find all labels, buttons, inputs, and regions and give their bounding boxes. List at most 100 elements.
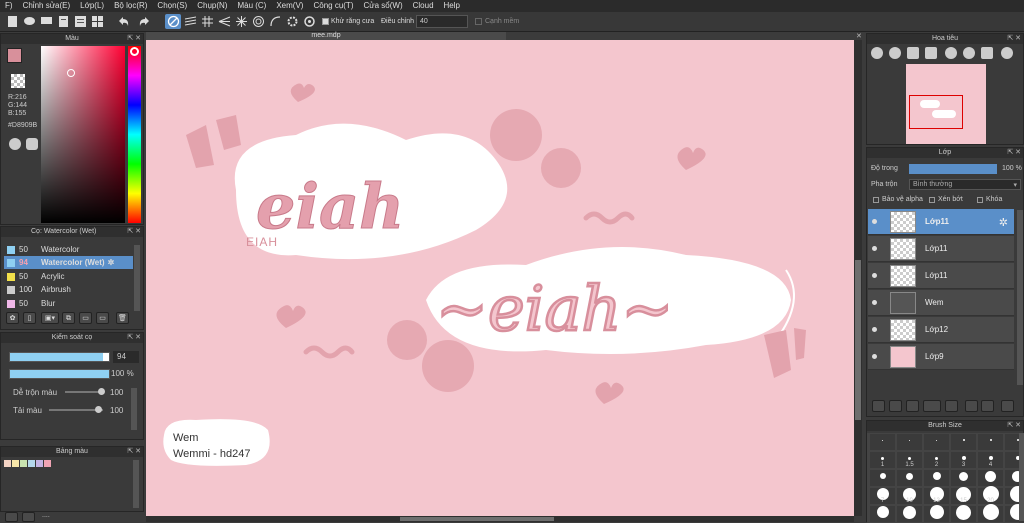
hue-slider-handle[interactable] <box>130 47 139 56</box>
menu-item-select[interactable]: Chọn(S) <box>152 0 192 12</box>
palette-swatch[interactable] <box>20 460 27 467</box>
new-canvas-icon[interactable] <box>4 14 20 29</box>
new-brush-icon[interactable]: ▯ <box>23 312 36 324</box>
palette-swatch[interactable] <box>28 460 35 467</box>
adjust-value-field[interactable]: 40 <box>416 15 468 28</box>
menu-item-tools[interactable]: Công cụ(T) <box>308 0 358 12</box>
amount-slider-handle[interactable] <box>95 406 102 413</box>
menu-item-capture[interactable]: Chụp(N) <box>192 0 232 12</box>
brush-size-cell[interactable] <box>897 506 922 522</box>
brush-size-cell[interactable]: 7 <box>870 488 895 504</box>
brush-size-slider[interactable] <box>9 352 110 362</box>
document-icon[interactable] <box>55 14 71 29</box>
brush-item[interactable]: 50Watercolor <box>4 243 133 256</box>
eye-icon[interactable] <box>872 273 877 278</box>
document-tab[interactable]: mee.mdp <box>146 32 506 40</box>
panel-close-icon[interactable]: ⇱ ✕ <box>127 447 141 457</box>
palette-swatch[interactable] <box>12 460 19 467</box>
brush-size-cell[interactable] <box>924 470 949 486</box>
brush-size-cell[interactable] <box>870 434 895 450</box>
layer-settings-gear-icon[interactable]: ✲ <box>999 216 1008 229</box>
redo-icon[interactable] <box>136 14 152 29</box>
eye-icon[interactable] <box>872 300 877 305</box>
layer-row[interactable]: Lớp11 <box>868 263 1014 289</box>
sv-picker-handle[interactable] <box>67 69 75 77</box>
brush-list-scrollbar[interactable] <box>134 245 140 311</box>
vertical-scroll-thumb[interactable] <box>855 260 861 420</box>
flip-horizontal-icon[interactable] <box>981 47 993 59</box>
brush-item-selected[interactable]: 94Watercolor (Wet)✲ <box>4 256 133 269</box>
brush-size-cell[interactable] <box>924 434 949 450</box>
zoom-out-icon[interactable] <box>889 47 901 59</box>
brush-size-cell[interactable] <box>897 470 922 486</box>
color-wheel-icon[interactable] <box>9 138 21 150</box>
brush-item[interactable]: 100Airbrush <box>4 283 133 296</box>
menu-item-edit[interactable]: Chỉnh sửa(E) <box>18 0 76 12</box>
brush-size-cell[interactable]: 20 <box>978 488 1003 504</box>
lock-checkbox[interactable] <box>977 197 983 203</box>
menu-item-help[interactable]: Help <box>439 0 465 12</box>
delete-layer-icon[interactable] <box>1001 400 1014 412</box>
layer-row[interactable]: Lớp11 <box>868 236 1014 262</box>
brush-size-cell[interactable] <box>978 434 1003 450</box>
new-palette-icon[interactable] <box>5 512 18 522</box>
menu-item-view[interactable]: Xem(V) <box>271 0 308 12</box>
actual-size-icon[interactable] <box>925 47 937 59</box>
eye-icon[interactable] <box>872 246 877 251</box>
soft-edge-checkbox[interactable] <box>475 18 482 25</box>
brush-size-cell[interactable]: 15 <box>951 488 976 504</box>
brush-size-cell[interactable] <box>978 506 1003 522</box>
no-snap-icon[interactable] <box>165 14 181 29</box>
canvas[interactable]: eiah EIAH ~eiah~ Wem Wemmi - hd247 <box>146 40 854 516</box>
layer-row-selected[interactable]: Lớp11✲ <box>868 209 1014 235</box>
grid-icon[interactable] <box>89 14 105 29</box>
layer-folder-icon[interactable] <box>945 400 958 412</box>
duplicate-layer-icon[interactable] <box>965 400 978 412</box>
brush-tool-icon[interactable]: ✿ <box>6 312 19 324</box>
blend-slider-handle[interactable] <box>98 388 105 395</box>
clip-checkbox[interactable] <box>929 197 935 203</box>
brush-size-cell[interactable] <box>951 506 976 522</box>
blend-mode-select[interactable]: Bình thường▾ <box>909 179 1021 190</box>
brush-size-cell[interactable] <box>870 470 895 486</box>
zoom-in-icon[interactable] <box>871 47 883 59</box>
brush-size-cell[interactable]: 12 <box>924 488 949 504</box>
panel-close-icon[interactable]: ⇱ ✕ <box>1007 148 1021 158</box>
radial-snap-icon[interactable] <box>233 14 249 29</box>
background-color-swatch[interactable] <box>11 74 25 88</box>
curve-snap-icon[interactable] <box>267 14 283 29</box>
folder-icon[interactable]: ▭ <box>79 312 92 324</box>
brush-size-cell[interactable] <box>951 470 976 486</box>
brush-size-cell[interactable]: 2 <box>924 452 949 468</box>
brush-size-value[interactable]: 94 <box>113 351 139 363</box>
copy-brush-icon[interactable]: ⧉ <box>62 312 75 324</box>
horizontal-scroll-thumb[interactable] <box>400 517 554 521</box>
parallel-snap-icon[interactable] <box>182 14 198 29</box>
circle-snap-icon[interactable] <box>250 14 266 29</box>
brush-size-cell[interactable]: 4 <box>978 452 1003 468</box>
brush-size-cell[interactable]: 1 <box>870 452 895 468</box>
layer-row[interactable]: Lớp9 <box>868 344 1014 370</box>
color-picker-icon[interactable] <box>26 138 38 150</box>
opacity-slider[interactable] <box>9 369 110 379</box>
palette-swatch[interactable] <box>4 460 11 467</box>
brush-size-cell[interactable] <box>870 506 895 522</box>
undo-icon[interactable] <box>115 14 131 29</box>
comment-icon[interactable] <box>38 14 54 29</box>
settings-snap-icon[interactable] <box>284 14 300 29</box>
brush-size-cell[interactable]: 10 <box>897 488 922 504</box>
brush-size-cell[interactable] <box>978 470 1003 486</box>
add-layer-menu-icon[interactable] <box>923 400 941 412</box>
panel-close-icon[interactable]: ⇱ ✕ <box>1007 34 1021 44</box>
antialias-checkbox[interactable] <box>322 18 329 25</box>
menu-item-filter[interactable]: Bộ lọc(R) <box>109 0 152 12</box>
panel-close-icon[interactable]: ⇱ ✕ <box>127 227 141 237</box>
menu-item-layer[interactable]: Lớp(L) <box>75 0 109 12</box>
list-icon[interactable] <box>72 14 88 29</box>
panel-close-icon[interactable]: ⇱ ✕ <box>127 333 141 343</box>
layer-opacity-slider[interactable] <box>909 164 997 174</box>
vertical-scrollbar[interactable] <box>854 40 862 516</box>
brush-settings-icon[interactable]: ✲ <box>108 258 115 267</box>
layer-row[interactable]: Wem <box>868 290 1014 316</box>
new-8bit-layer-icon[interactable] <box>906 400 919 412</box>
